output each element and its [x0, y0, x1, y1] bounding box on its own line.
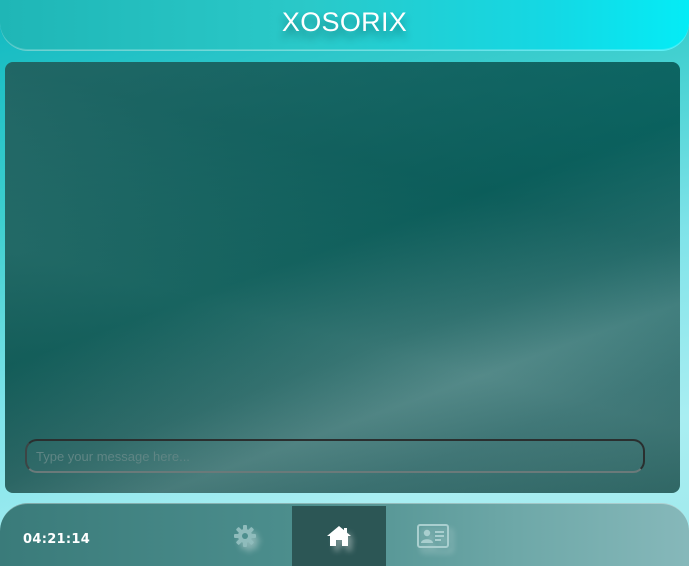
app-header: XOSORIX: [0, 0, 689, 51]
bottom-nav-bar: 04:21:14: [0, 503, 689, 566]
app-title: XOSORIX: [281, 7, 408, 37]
gear-icon: [234, 525, 256, 547]
clock-display: 04:21:14: [23, 532, 91, 547]
message-input[interactable]: [25, 439, 645, 473]
profile-button[interactable]: [386, 506, 480, 566]
settings-button[interactable]: [198, 506, 292, 566]
chat-panel: [5, 62, 680, 493]
id-card-icon: [417, 524, 449, 548]
home-icon: [327, 526, 351, 546]
home-button[interactable]: [292, 506, 386, 566]
